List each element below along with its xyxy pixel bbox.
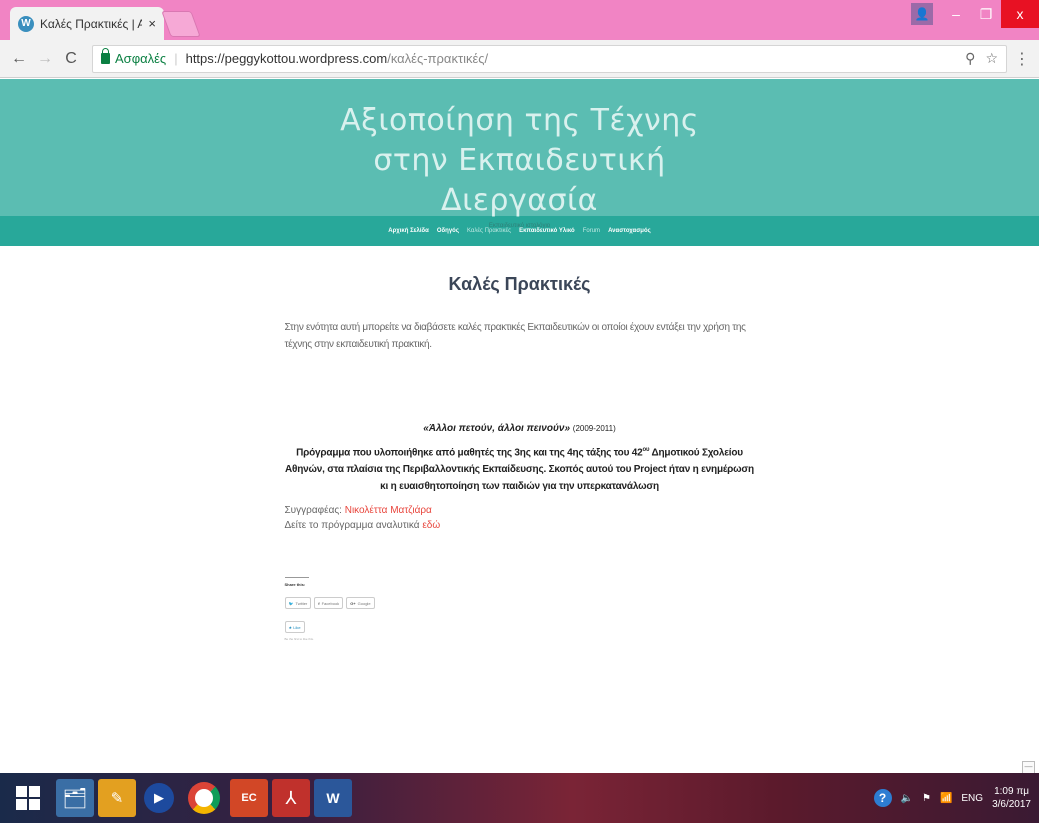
- browser-menu-icon[interactable]: ⋮: [1013, 49, 1031, 69]
- close-window-button[interactable]: x: [1001, 0, 1039, 28]
- nav-guide[interactable]: Οδηγός: [437, 228, 459, 234]
- site-title[interactable]: Αξιοποίηση της Τέχνης στην Εκπαιδευτική …: [330, 101, 710, 221]
- share-divider: [284, 577, 309, 579]
- reload-icon[interactable]: C: [60, 48, 82, 70]
- back-arrow-icon[interactable]: ←: [8, 48, 30, 70]
- share-google-label: Google: [357, 600, 371, 606]
- clock-time: 1:09 πμ: [994, 786, 1029, 797]
- language-indicator[interactable]: ENG: [961, 793, 983, 804]
- url-host: https://peggykottou.wordpress.com: [185, 51, 388, 66]
- zoom-icon[interactable]: ⚲: [965, 50, 975, 67]
- help-icon[interactable]: ?: [873, 789, 892, 807]
- wifi-signal-icon[interactable]: 📶: [940, 793, 952, 804]
- address-bar[interactable]: Ασφαλές | https://peggykottou.wordpress.…: [92, 44, 1007, 73]
- site-header: Αξιοποίηση της Τέχνης στην Εκπαιδευτική …: [0, 79, 1039, 229]
- new-tab-button[interactable]: [161, 11, 201, 37]
- tab-close-icon[interactable]: ×: [148, 16, 156, 31]
- forward-arrow-icon[interactable]: →: [34, 48, 56, 70]
- author-line: Συγγραφέας: Νικολέττα Ματζιάρα: [285, 503, 755, 518]
- page-content: Καλές Πρακτικές Στην ενότητα αυτή μπορεί…: [284, 246, 755, 641]
- volume-icon[interactable]: 🔈: [901, 793, 913, 804]
- nav-good-practices[interactable]: Καλές Πρακτικές: [467, 228, 511, 234]
- scroll-to-top-button[interactable]: —: [1022, 761, 1035, 773]
- page-title: Καλές Πρακτικές: [448, 274, 591, 294]
- browser-titlebar: W Καλές Πρακτικές | Αξιοπ × 👤 – ❐ x: [0, 0, 1039, 40]
- google-plus-icon: G+: [350, 600, 356, 606]
- nav-home[interactable]: Αρχική Σελίδα: [388, 228, 429, 234]
- project-meta: Συγγραφέας: Νικολέττα Ματζιάρα Δείτε το …: [285, 503, 755, 533]
- network-icon[interactable]: ⚑: [922, 793, 931, 804]
- clock-date: 3/6/2017: [992, 799, 1031, 810]
- system-tray: ? 🔈 ⚑ 📶 ENG 1:09 πμ 3/6/2017: [873, 785, 1039, 811]
- presentation-app-icon[interactable]: EC: [230, 779, 268, 817]
- app-icon[interactable]: ✎: [98, 779, 136, 817]
- project-name: «Άλλοι πετούν, άλλοι πεινούν»: [423, 423, 570, 434]
- project-description: Πρόγραμμα που υλοποιήθηκε από μαθητές τη…: [285, 442, 755, 495]
- like-note: Be the first to like this.: [284, 636, 314, 641]
- project-years: (2009-2011): [572, 424, 616, 433]
- user-profile-icon[interactable]: 👤: [911, 3, 933, 25]
- nav-forum[interactable]: Forum: [583, 228, 600, 234]
- see-program-line: Δείτε το πρόγραμμα αναλυτικά εδώ: [285, 518, 755, 533]
- url-path: /καλές-πρακτικές/: [387, 51, 489, 66]
- share-twitter-button[interactable]: 🐦 Twitter: [284, 597, 312, 610]
- window-controls: 👤 – ❐ x: [911, 0, 1039, 28]
- share-twitter-label: Twitter: [295, 600, 308, 606]
- chrome-icon[interactable]: [188, 782, 220, 814]
- project-heading: «Άλλοι πετούν, άλλοι πεινούν» (2009-2011…: [285, 423, 755, 434]
- wordpress-favicon-icon: W: [18, 15, 34, 32]
- file-explorer-icon[interactable]: 🗂: [56, 779, 94, 817]
- share-section: Share this: 🐦 Twitter f Facebook G+ Google …: [284, 577, 755, 641]
- author-label: Συγγραφέας:: [284, 505, 345, 517]
- clock[interactable]: 1:09 πμ 3/6/2017: [992, 785, 1031, 811]
- windows-logo-icon: [16, 786, 40, 810]
- intro-paragraph: Στην ενότητα αυτή μπορείτε να διαβάσετε …: [284, 322, 746, 350]
- media-player-icon[interactable]: ▶: [144, 783, 174, 813]
- lock-icon: [101, 48, 110, 64]
- tab-title: Καλές Πρακτικές | Αξιοπ: [40, 16, 143, 31]
- author-link[interactable]: Νικολέττα Ματζιάρα: [345, 505, 432, 516]
- minimize-button[interactable]: –: [941, 0, 971, 28]
- word-icon[interactable]: W: [314, 779, 352, 817]
- share-title: Share this:: [284, 582, 306, 588]
- share-facebook-button[interactable]: f Facebook: [314, 597, 344, 610]
- secure-label: Ασφαλές: [115, 51, 167, 66]
- project-block: «Άλλοι πετούν, άλλοι πεινούν» (2009-2011…: [285, 423, 755, 495]
- browser-toolbar: ← → C Ασφαλές | https://peggykottou.word…: [0, 40, 1039, 78]
- see-program-label: Δείτε το πρόγραμμα αναλυτικά: [284, 520, 423, 532]
- browser-tab[interactable]: W Καλές Πρακτικές | Αξιοπ ×: [10, 7, 164, 40]
- like-button[interactable]: ★ Like: [284, 621, 305, 634]
- url-separator: |: [174, 51, 178, 66]
- share-google-button[interactable]: G+ Google: [346, 597, 375, 610]
- pdf-reader-icon[interactable]: ⅄: [272, 779, 310, 817]
- project-desc-part-1: Πρόγραμμα που υλοποιήθηκε από μαθητές τη…: [296, 447, 643, 459]
- facebook-icon: f: [318, 600, 320, 606]
- windows-taskbar: 🗂 ✎ ▶ EC ⅄ W ? 🔈 ⚑ 📶 ENG 1:09 πμ 3/6/201…: [0, 773, 1039, 823]
- nav-educational-material[interactable]: Εκπαιδευτικό Υλικό: [519, 228, 575, 234]
- like-star-icon: ★: [288, 624, 293, 630]
- page-viewport: Αξιοποίηση της Τέχνης στην Εκπαιδευτική …: [0, 79, 1039, 773]
- omnibox-actions: ⚲ ☆: [965, 50, 998, 67]
- bookmark-star-icon[interactable]: ☆: [985, 50, 998, 67]
- share-facebook-label: Facebook: [321, 600, 340, 606]
- windows-start-button[interactable]: [4, 779, 52, 817]
- see-program-link[interactable]: εδώ: [422, 520, 440, 531]
- share-buttons: 🐦 Twitter f Facebook G+ Google: [284, 597, 755, 610]
- nav-reflection[interactable]: Αναστοχασμός: [608, 228, 651, 234]
- maximize-button[interactable]: ❐: [971, 0, 1001, 28]
- twitter-bird-icon: 🐦: [288, 600, 294, 606]
- like-label: Like: [293, 624, 301, 630]
